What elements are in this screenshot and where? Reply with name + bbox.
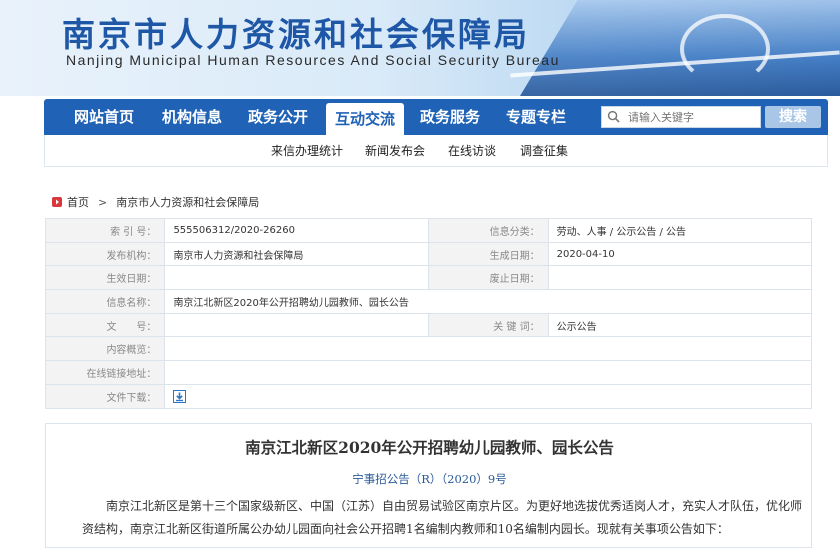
- meta-row: 信息名称： 南京江北新区2020年公开招聘幼儿园教师、园长公告: [44, 289, 812, 314]
- meta-row: 文 号： 关 键 词： 公示公告: [44, 312, 813, 338]
- site-subtitle: Nanjing Municipal Human Resources And So…: [66, 52, 560, 68]
- article-panel: 南京江北新区2020年公开招聘幼儿园教师、园长公告 宁事招公告（R）（2020）…: [45, 423, 812, 548]
- subnav-item-online-interview[interactable]: 在线访谈: [448, 135, 496, 167]
- created-value: 2020-04-10: [547, 241, 813, 267]
- meta-row: 索 引 号： 555506312/2020-26260 信息分类： 劳动、人事 …: [44, 218, 813, 243]
- download-cell: [164, 383, 812, 409]
- subnav-item-press-conference[interactable]: 新闻发布会: [365, 135, 425, 167]
- nav-item-interaction[interactable]: 互动交流: [326, 103, 404, 135]
- online-link-label: 在线链接地址：: [44, 360, 166, 385]
- nav-item-org-info[interactable]: 机构信息: [148, 99, 236, 135]
- doc-number-value: [164, 312, 430, 338]
- search-button[interactable]: 搜索: [765, 106, 821, 128]
- breadcrumb-current[interactable]: 南京市人力资源和社会保障局: [116, 194, 259, 210]
- download-icon[interactable]: [173, 389, 187, 403]
- download-label: 文件下载：: [44, 383, 166, 409]
- keywords-value: 公示公告: [547, 312, 813, 338]
- doc-number-label: 文 号：: [44, 312, 166, 338]
- main-nav: 网站首页 机构信息 政务公开 互动交流 政务服务 专题专栏 搜索: [44, 99, 828, 135]
- search-input[interactable]: [628, 109, 756, 125]
- nav-item-services[interactable]: 政务服务: [406, 99, 494, 135]
- abolished-value: [547, 265, 813, 291]
- online-link-value[interactable]: [164, 360, 812, 385]
- index-value: 555506312/2020-26260: [164, 218, 430, 243]
- breadcrumb-home[interactable]: 首页: [67, 194, 89, 210]
- info-meta-table: 索 引 号： 555506312/2020-26260 信息分类： 劳动、人事 …: [44, 218, 813, 409]
- home-icon: [52, 197, 62, 207]
- info-name-value: 南京江北新区2020年公开招聘幼儿园教师、园长公告: [164, 289, 812, 314]
- search-icon: [607, 110, 620, 123]
- abolished-label: 废止日期：: [428, 265, 549, 291]
- info-name-label: 信息名称：: [44, 289, 166, 314]
- nav-item-gov-affairs[interactable]: 政务公开: [234, 99, 322, 135]
- site-title[interactable]: 南京市人力资源和社会保障局: [62, 8, 530, 56]
- publisher-label: 发布机构：: [44, 241, 166, 267]
- article-paragraph: 南京江北新区是第十三个国家级新区、中国（江苏）自由贸易试验区南京片区。为更好地选…: [82, 499, 803, 536]
- effective-value: [164, 265, 430, 291]
- article-title: 南京江北新区2020年公开招聘幼儿园教师、园长公告: [245, 438, 614, 457]
- site-header: 南京市人力资源和社会保障局 Nanjing Municipal Human Re…: [0, 0, 840, 96]
- meta-row: 在线链接地址：: [44, 360, 812, 385]
- search-box[interactable]: [601, 106, 761, 128]
- publisher-value: 南京市人力资源和社会保障局: [164, 241, 430, 267]
- meta-row: 文件下载：: [44, 383, 812, 409]
- subnav-item-letter-stats[interactable]: 来信办理统计: [271, 135, 343, 167]
- keywords-label: 关 键 词：: [428, 312, 549, 338]
- meta-row: 内容概览：: [44, 336, 812, 362]
- summary-value: [164, 336, 812, 362]
- meta-row: 生效日期： 废止日期：: [44, 265, 813, 291]
- summary-label: 内容概览：: [44, 336, 166, 362]
- breadcrumb-separator: >: [98, 195, 108, 209]
- bridge-illustration: [680, 14, 770, 84]
- subnav-item-survey[interactable]: 调查征集: [520, 135, 568, 167]
- category-label: 信息分类：: [428, 218, 549, 243]
- nav-item-topics[interactable]: 专题专栏: [492, 99, 580, 135]
- created-label: 生成日期：: [428, 241, 549, 267]
- meta-row: 发布机构： 南京市人力资源和社会保障局 生成日期： 2020-04-10: [44, 241, 813, 267]
- category-value: 劳动、人事 / 公示公告 / 公告: [547, 218, 813, 243]
- article-doc-number: 宁事招公告（R）（2020）9号: [352, 472, 507, 486]
- sub-nav: 来信办理统计 新闻发布会 在线访谈 调查征集: [44, 135, 828, 167]
- nav-item-home[interactable]: 网站首页: [58, 99, 150, 135]
- index-label: 索 引 号：: [44, 218, 166, 243]
- breadcrumb: 首页 > 南京市人力资源和社会保障局: [52, 194, 259, 210]
- effective-label: 生效日期：: [44, 265, 166, 291]
